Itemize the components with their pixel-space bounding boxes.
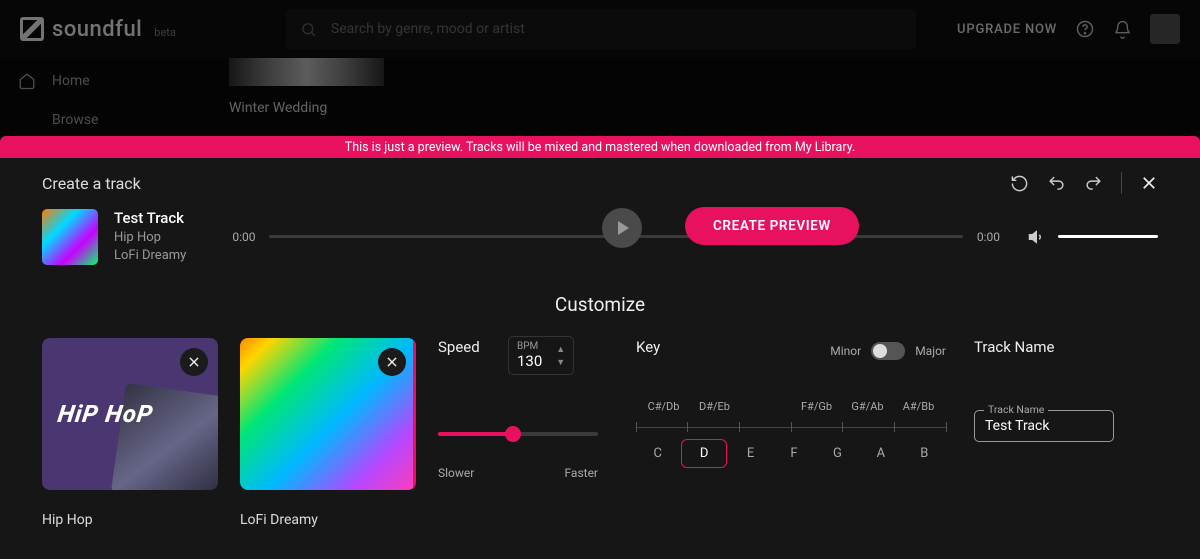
panel-title: Create a track — [42, 174, 141, 193]
track-name-field-label: Track Name — [984, 403, 1048, 416]
sharp-notes: C#/Db D#/Eb F#/Gb G#/Ab A#/Bb — [636, 400, 946, 413]
play-button[interactable] — [602, 208, 642, 248]
card-label: LoFi Dreamy — [240, 512, 416, 528]
beta-badge: beta — [154, 26, 176, 39]
search-input[interactable] — [331, 21, 902, 37]
track-art — [42, 209, 98, 265]
logo-text: soundful — [52, 17, 142, 42]
key-c[interactable]: C — [636, 446, 679, 461]
key-a[interactable]: A — [859, 446, 902, 461]
track-name-heading: Track Name — [974, 338, 1114, 356]
avatar[interactable] — [1150, 14, 1180, 44]
close-icon[interactable] — [1140, 174, 1158, 192]
template-thumbnail[interactable] — [229, 58, 384, 86]
time-current: 0:00 — [232, 230, 255, 244]
key-g[interactable]: G — [816, 446, 859, 461]
slider-thumb[interactable] — [505, 426, 521, 442]
controls: Speed BPM 130 ▲ ▼ Slower — [438, 338, 1158, 528]
genre-card-hiphop[interactable]: HiP HoP — [42, 338, 218, 490]
home-icon — [18, 72, 36, 90]
toggle-knob — [873, 344, 887, 358]
search-icon — [300, 21, 317, 38]
minor-label: Minor — [830, 344, 861, 358]
bpm-stepper[interactable]: BPM 130 ▲ ▼ — [508, 336, 574, 375]
banner-text: This is just a preview. Tracks will be m… — [345, 140, 856, 155]
key-d-selected[interactable]: D — [681, 439, 726, 468]
bell-icon[interactable] — [1113, 20, 1132, 39]
track-meta: Test Track Hip Hop LoFi Dreamy — [114, 208, 186, 265]
selected-indicator — [413, 338, 416, 490]
time-total: 0:00 — [977, 230, 1000, 244]
speed-control: Speed BPM 130 ▲ ▼ Slower — [438, 338, 608, 528]
background-content: Home Browse Winter Wedding — [0, 58, 1200, 136]
natural-notes: C D E F G A B — [636, 446, 946, 461]
major-label: Major — [915, 344, 946, 358]
sidebar: Home Browse — [0, 58, 195, 136]
key-f[interactable]: F — [772, 446, 815, 461]
volume-slider[interactable] — [1058, 235, 1158, 238]
sidebar-item-browse[interactable]: Browse — [18, 112, 177, 128]
logo[interactable]: soundful beta — [20, 17, 176, 42]
remove-card-icon[interactable] — [378, 348, 406, 376]
slider-fill — [438, 432, 513, 436]
template-label: Winter Wedding — [229, 100, 384, 116]
chevron-up-icon[interactable]: ▲ — [556, 344, 565, 355]
current-track-style: LoFi Dreamy — [114, 247, 186, 265]
logo-icon — [20, 17, 44, 41]
bpm-value: 130 — [517, 353, 542, 370]
history-icon[interactable] — [1010, 174, 1029, 193]
key-scale[interactable]: C#/Db D#/Eb F#/Gb G#/Ab A#/Bb C D E — [636, 400, 946, 461]
speed-slider[interactable] — [438, 432, 598, 436]
card-label: Hip Hop — [42, 512, 218, 528]
upgrade-link[interactable]: UPGRADE NOW — [957, 22, 1057, 37]
panel-actions — [1010, 172, 1158, 194]
style-card-lofi[interactable] — [240, 338, 416, 490]
key-line — [636, 427, 946, 428]
chevron-down-icon[interactable]: ▼ — [556, 357, 565, 368]
faster-label: Faster — [564, 466, 598, 480]
current-track-genre: Hip Hop — [114, 229, 186, 247]
divider — [1121, 172, 1122, 194]
preview-banner: This is just a preview. Tracks will be m… — [0, 136, 1200, 158]
minor-major-toggle: Minor Major — [830, 342, 946, 360]
help-icon[interactable] — [1075, 19, 1095, 39]
create-preview-button[interactable]: CREATE PREVIEW — [685, 207, 859, 245]
header-actions: UPGRADE NOW — [957, 14, 1180, 44]
toggle-switch[interactable] — [871, 342, 905, 360]
card-art-text: HiP HoP — [56, 400, 155, 428]
panel-header: Create a track — [0, 158, 1200, 204]
create-track-panel: Create a track Test Track Hip Hop LoFi D… — [0, 158, 1200, 559]
bpm-arrows[interactable]: ▲ ▼ — [556, 344, 565, 368]
remove-card-icon[interactable] — [180, 348, 208, 376]
key-e[interactable]: E — [729, 446, 772, 461]
player-row: Test Track Hip Hop LoFi Dreamy 0:00 CREA… — [0, 204, 1200, 265]
volume — [1028, 228, 1158, 246]
sidebar-item-label: Browse — [52, 112, 98, 128]
volume-icon[interactable] — [1028, 228, 1046, 246]
search-box[interactable] — [286, 9, 916, 49]
slower-label: Slower — [438, 466, 474, 480]
play-icon — [618, 221, 629, 235]
track-name-field[interactable]: Track Name — [974, 410, 1114, 442]
key-label: Key — [636, 338, 660, 356]
key-b[interactable]: B — [903, 446, 946, 461]
redo-icon[interactable] — [1084, 174, 1103, 193]
player: 0:00 CREATE PREVIEW 0:00 — [232, 228, 1158, 246]
sidebar-item-home[interactable]: Home — [18, 72, 177, 90]
selection-cards: HiP HoP Hip Hop LoFi Dreamy — [42, 338, 416, 528]
current-track-name: Test Track — [114, 208, 186, 229]
customize-body: HiP HoP Hip Hop LoFi Dreamy Speed BPM — [0, 316, 1200, 528]
track-name-input[interactable] — [985, 418, 1103, 434]
sidebar-item-label: Home — [52, 73, 90, 89]
track-name-control: Track Name Track Name — [974, 338, 1114, 528]
customize-heading: Customize — [0, 293, 1200, 316]
undo-icon[interactable] — [1047, 174, 1066, 193]
top-bar: soundful beta UPGRADE NOW — [0, 0, 1200, 58]
key-control: Key Minor Major C#/Db D#/Eb F#/Gb G#/Ab — [636, 338, 946, 528]
